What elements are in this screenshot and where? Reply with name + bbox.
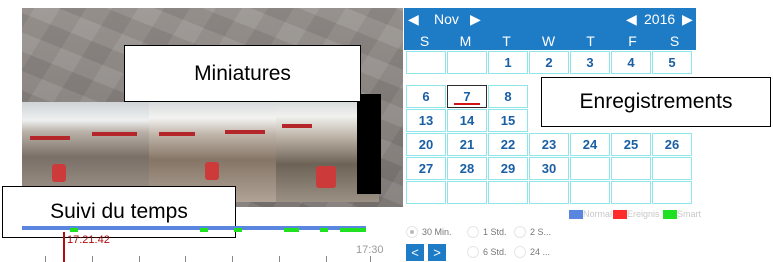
- option-1std[interactable]: 1 Std.: [467, 226, 507, 238]
- calendar-day[interactable]: 8: [488, 85, 528, 108]
- timeline-cursor[interactable]: [63, 232, 65, 262]
- next-month-icon[interactable]: ▶: [470, 11, 481, 28]
- option-2s[interactable]: 2 S...: [514, 226, 551, 238]
- calendar-day[interactable]: 21: [447, 133, 487, 156]
- timeline-tick: [92, 256, 93, 262]
- prev-month-icon[interactable]: ◀: [408, 11, 419, 28]
- legend-smart-swatch: [663, 210, 677, 219]
- radio-icon[interactable]: [467, 246, 479, 258]
- legend-event-label: Ereignis: [627, 209, 660, 219]
- calendar-day[interactable]: 2: [529, 51, 569, 74]
- option-30min-label: 30 Min.: [422, 227, 452, 237]
- calendar-day[interactable]: 20: [406, 133, 446, 156]
- option-1std-label: 1 Std.: [483, 227, 507, 237]
- weekday-thu: T: [586, 33, 595, 49]
- calendar-day-empty: [529, 181, 569, 204]
- calendar-day-empty: [447, 181, 487, 204]
- calendar-day[interactable]: 27: [406, 157, 446, 180]
- video-preview: [22, 8, 403, 207]
- timeline-tick: [45, 256, 46, 262]
- timeline-tick: [232, 256, 233, 262]
- option-30min[interactable]: 30 Min.: [406, 226, 452, 238]
- calendar-day[interactable]: 25: [611, 133, 651, 156]
- calendar-day-empty: [447, 51, 487, 74]
- calendar-day-empty: [570, 157, 610, 180]
- timeline-event[interactable]: [320, 228, 328, 232]
- radio-icon[interactable]: [406, 226, 418, 238]
- calendar-day-empty: [406, 51, 446, 74]
- timeline-tick: [370, 256, 371, 262]
- timeline-event[interactable]: [200, 228, 208, 232]
- calendar-day[interactable]: 26: [652, 133, 692, 156]
- next-button[interactable]: >: [428, 244, 446, 261]
- calendar-day-empty: [488, 181, 528, 204]
- option-24[interactable]: 24 ...: [514, 246, 550, 258]
- calendar-day[interactable]: 1: [488, 51, 528, 74]
- legend-normal-swatch: [569, 210, 583, 219]
- callout-recordings: Enregistrements: [541, 77, 771, 127]
- weekday-sat: S: [669, 33, 680, 49]
- next-year-icon[interactable]: ▶: [682, 11, 693, 28]
- thumbnail-placeholder: [357, 94, 381, 194]
- calendar-day-empty: [652, 157, 692, 180]
- calendar-day[interactable]: 6: [406, 85, 446, 108]
- option-6std[interactable]: 6 Std.: [467, 246, 507, 258]
- option-24-label: 24 ...: [530, 247, 551, 257]
- calendar-day[interactable]: 3: [570, 51, 610, 74]
- calendar-day-empty: [570, 181, 610, 204]
- calendar-day[interactable]: 23: [529, 133, 569, 156]
- callout-thumbnails: Miniatures: [124, 45, 361, 102]
- calendar-day-empty: [406, 181, 446, 204]
- weekday-header: S M T W T F S: [404, 30, 696, 50]
- calendar-day[interactable]: 22: [488, 133, 528, 156]
- timeline-tick: [279, 256, 280, 262]
- calendar-day-empty: [611, 157, 651, 180]
- weekday-wed: W: [541, 33, 556, 49]
- calendar-header: ◀ Nov ▶ ◀ 2016 ▶: [404, 8, 696, 30]
- calendar-day[interactable]: 5: [652, 51, 692, 74]
- prev-year-icon[interactable]: ◀: [626, 11, 637, 28]
- radio-icon[interactable]: [514, 246, 526, 258]
- radio-icon[interactable]: [514, 226, 526, 238]
- radio-icon[interactable]: [467, 226, 479, 238]
- calendar-day[interactable]: 30: [529, 157, 569, 180]
- calendar-day-selected[interactable]: 7: [447, 85, 487, 108]
- timeline-tick: [326, 256, 327, 262]
- weekday-fri: F: [628, 33, 637, 49]
- timeline-event[interactable]: [234, 228, 242, 232]
- option-6std-label: 6 Std.: [483, 247, 507, 257]
- calendar-day[interactable]: 15: [488, 109, 528, 132]
- timeline-event[interactable]: [340, 228, 366, 232]
- timeline-current-time: 17:21:42: [67, 234, 110, 246]
- weekday-sun: S: [419, 33, 430, 49]
- calendar-day-empty: [652, 181, 692, 204]
- timeline-tick: [139, 256, 140, 262]
- prev-button[interactable]: <: [406, 244, 424, 261]
- weekday-mon: M: [459, 33, 472, 49]
- timeline-event[interactable]: [70, 228, 78, 232]
- timeline-end-label: 17:30: [356, 244, 384, 256]
- calendar-day[interactable]: 4: [611, 51, 651, 74]
- calendar-day[interactable]: 13: [406, 109, 446, 132]
- calendar-day[interactable]: 29: [488, 157, 528, 180]
- calendar-year: 2016: [644, 11, 676, 27]
- legend-smart-label: Smart: [677, 209, 702, 219]
- calendar-day-empty: [611, 181, 651, 204]
- calendar-day[interactable]: 28: [447, 157, 487, 180]
- timeline-tick: [185, 256, 186, 262]
- calendar-day[interactable]: 24: [570, 133, 610, 156]
- calendar-month: Nov: [434, 11, 459, 27]
- legend-normal-label: Normal: [583, 209, 613, 219]
- timeline-event[interactable]: [284, 228, 299, 232]
- legend-event-swatch: [613, 210, 627, 219]
- calendar-day[interactable]: 14: [447, 109, 487, 132]
- option-2s-label: 2 S...: [530, 227, 552, 237]
- weekday-tue: T: [502, 33, 511, 49]
